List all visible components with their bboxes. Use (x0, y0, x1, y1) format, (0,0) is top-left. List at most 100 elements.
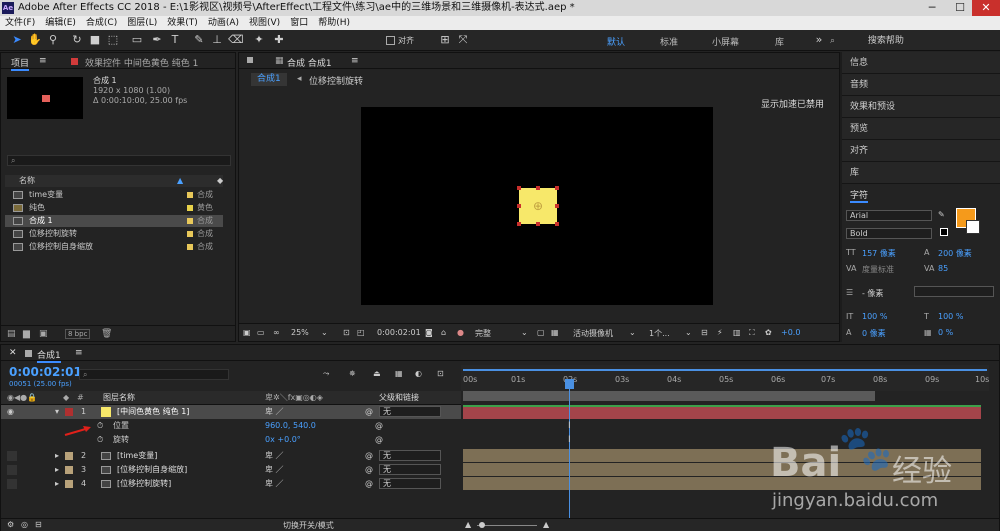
layer-switches-icon[interactable]: 卑 ／ (265, 449, 284, 463)
vertical-scale-value[interactable]: 100 % (862, 312, 887, 321)
viewer-timecode[interactable]: 0:00:02:01 (377, 328, 421, 337)
transform-handle[interactable] (555, 186, 559, 190)
preview-monitor-icon[interactable]: ▭ (257, 328, 265, 337)
zoom-slider-handle[interactable] (479, 522, 485, 528)
zoom-in-icon[interactable]: ▲ (543, 520, 549, 529)
column-name[interactable]: 名称 (19, 175, 35, 187)
menu-animation[interactable]: 动画(A) (203, 16, 244, 30)
project-item[interactable]: time变量 合成 (5, 189, 223, 201)
project-item[interactable]: 纯色 黄色 (5, 202, 223, 214)
zoom-dropdown[interactable]: 25% (291, 328, 309, 337)
visibility-toggle[interactable] (7, 465, 17, 475)
panel-menu-icon[interactable]: ≡ (75, 348, 83, 358)
layer-name[interactable]: [中间色黄色 纯色 1] (117, 405, 189, 419)
delete-icon[interactable]: 🗑 (101, 329, 112, 339)
close-button[interactable]: ✕ (972, 0, 1000, 16)
expression-pickwhip-icon[interactable]: @ (375, 433, 383, 447)
show-snapshot-icon[interactable]: ⌂ (441, 328, 446, 337)
preview-panel[interactable]: 预览 (842, 118, 1000, 140)
transform-handle[interactable] (536, 222, 540, 226)
snapshot-camera-icon[interactable]: ◙ (425, 328, 433, 337)
layer-switches-icon[interactable]: 卑 ／ (265, 405, 284, 419)
stroke-order-dropdown[interactable] (914, 286, 994, 297)
transform-handle[interactable] (517, 222, 521, 226)
color-channel-icon[interactable]: ● (457, 328, 464, 337)
snap-features-icon[interactable]: ⤧ (456, 33, 470, 47)
visibility-toggle[interactable] (7, 479, 17, 489)
pan-behind-tool-icon[interactable]: ⬚ (106, 33, 120, 47)
timeline-layer-row[interactable]: ▸ 2 [time变量] 卑 ／ @ 无 (1, 449, 461, 463)
stopwatch-icon[interactable]: ⏱ (97, 433, 103, 447)
parent-dropdown[interactable]: 无 (379, 406, 441, 417)
timeline-layer-row[interactable]: ▸ 4 [位移控制旋转] 卑 ／ @ 无 (1, 477, 461, 491)
close-tab-icon[interactable]: ✕ (9, 348, 17, 358)
help-search-input[interactable]: 搜索帮助 (868, 36, 904, 46)
puppet-tool-icon[interactable]: ✚ (272, 33, 286, 47)
project-item[interactable]: 位移控制旋转 合成 (5, 228, 223, 240)
expand-arrow-icon[interactable]: ▸ (55, 463, 59, 477)
work-area-start-bar[interactable] (463, 369, 987, 371)
align-panel[interactable]: 对齐 (842, 140, 1000, 162)
toggle-switches-modes[interactable]: 切换开关/模式 (283, 520, 334, 531)
stroke-color-swatch[interactable] (966, 220, 980, 234)
eyedropper-icon[interactable]: ✎ (938, 210, 945, 219)
menu-help[interactable]: 帮助(H) (313, 16, 355, 30)
pickwhip-icon[interactable]: @ (365, 477, 373, 491)
workspace-overflow-icon[interactable]: » (812, 33, 826, 47)
workspace-library[interactable]: 库 (775, 35, 784, 48)
roto-brush-tool-icon[interactable]: ✦ (252, 33, 266, 47)
eraser-tool-icon[interactable]: ⌫ (228, 33, 244, 47)
sort-arrow-icon[interactable]: ▲ (177, 175, 183, 187)
rotate-tool-icon[interactable]: ↻ (70, 33, 84, 47)
menu-view[interactable]: 视图(V) (244, 16, 285, 30)
chevron-down-icon[interactable]: ⌄ (629, 328, 636, 337)
zoom-slider[interactable] (477, 525, 537, 526)
transparency-grid-icon[interactable]: ▦ (551, 328, 559, 337)
visibility-eye-icon[interactable]: ◉ (7, 405, 14, 419)
text-tool-icon[interactable]: T (168, 33, 182, 47)
camera-tool-icon[interactable]: ■ (88, 33, 102, 47)
shy-layers-icon[interactable]: ⏏ (373, 369, 381, 378)
transform-handle[interactable] (536, 186, 540, 190)
font-size-value[interactable]: 157 像素 (862, 248, 896, 259)
current-time-indicator[interactable] (569, 381, 570, 531)
clone-stamp-tool-icon[interactable]: ⊥ (210, 33, 224, 47)
position-value[interactable]: 960.0, 540.0 (265, 419, 316, 433)
chevron-down-icon[interactable]: ⌄ (521, 328, 528, 337)
project-item[interactable]: 位移控制自身缩放 合成 (5, 241, 223, 253)
title-safe-icon[interactable]: ⊡ (343, 328, 350, 337)
black-swatch[interactable] (940, 228, 948, 236)
pixel-aspect-icon[interactable]: ⊟ (701, 328, 708, 337)
audio-panel[interactable]: 音频 (842, 74, 1000, 96)
always-preview-icon[interactable]: ▣ (243, 328, 251, 337)
rotation-value[interactable]: 0x +0.0° (265, 433, 301, 447)
maximize-button[interactable]: ☐ (946, 0, 974, 16)
menu-effect[interactable]: 效果(T) (162, 16, 203, 30)
mask-visibility-icon[interactable]: ◰ (357, 328, 365, 337)
label-color[interactable] (65, 452, 73, 460)
hand-tool-icon[interactable]: ✋ (28, 33, 42, 47)
font-family-dropdown[interactable]: Arial (846, 210, 932, 221)
motion-blur-icon[interactable]: ◐ (415, 369, 422, 378)
menu-composition[interactable]: 合成(C) (81, 16, 122, 30)
3d-glasses-icon[interactable]: ∞ (273, 328, 280, 337)
menu-file[interactable]: 文件(F) (0, 16, 40, 30)
frame-blending-icon[interactable]: ▦ (395, 369, 403, 378)
tab-effect-controls[interactable]: 效果控件 中间色黄色 纯色 1 (85, 56, 235, 69)
camera-dropdown[interactable]: 活动摄像机 (573, 328, 613, 339)
snap-edges-icon[interactable]: ⊞ (438, 33, 452, 47)
anchor-point-icon[interactable]: ⊕ (531, 199, 545, 213)
transfer-controls-icon[interactable]: ◎ (21, 520, 28, 529)
quality-dropdown[interactable]: 完整 (475, 328, 491, 339)
libraries-panel[interactable]: 库 (842, 162, 1000, 184)
chevron-down-icon[interactable]: ⌄ (321, 328, 328, 337)
layer-switches-icon[interactable]: 卑 ／ (265, 477, 284, 491)
layer-1-duration-bar[interactable] (463, 405, 981, 419)
leading-value[interactable]: 200 像素 (938, 248, 972, 259)
new-composition-icon[interactable]: ▣ (39, 329, 48, 339)
snap-checkbox[interactable] (386, 36, 395, 45)
tracking-value[interactable]: 85 (938, 264, 948, 273)
viewer-lock-icon[interactable] (247, 57, 253, 63)
transform-handle[interactable] (517, 186, 521, 190)
minimize-button[interactable]: ─ (918, 0, 946, 16)
